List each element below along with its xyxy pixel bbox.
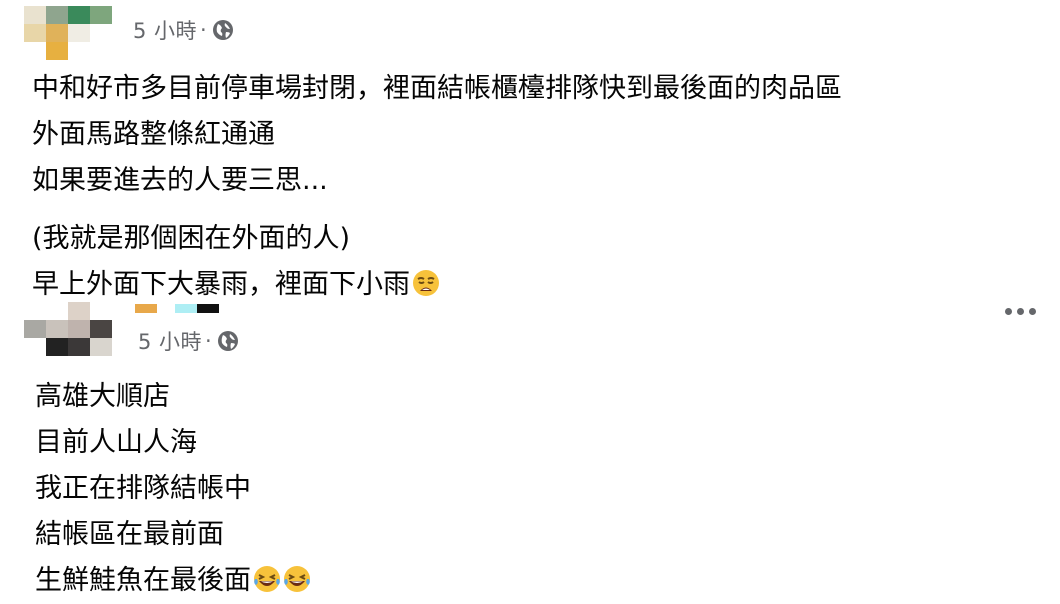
globe-icon[interactable]: [212, 19, 234, 41]
post-text-segment: 早上外面下大暴雨，裡面下小雨: [32, 269, 410, 300]
post-text-line: 我正在排隊結帳中: [35, 473, 251, 504]
laughing-tears-emoji: [284, 566, 310, 592]
more-options-icon[interactable]: [1001, 302, 1040, 321]
globe-icon[interactable]: [217, 330, 239, 352]
post-text-line: 結帳區在最前面: [35, 519, 224, 550]
author-name[interactable]: [135, 304, 219, 313]
avatar[interactable]: [24, 302, 112, 356]
post-1: 5 小時 · 中和好市多目前停車場封閉，裡面結帳櫃檯排隊快到最後面的肉品區 外面…: [0, 0, 1060, 300]
post-body: 中和好市多目前停車場封閉，裡面結帳櫃檯排隊快到最後面的肉品區 外面馬路整條紅通通…: [32, 66, 842, 308]
post-2: 5 小時 · 高雄大順店 目前人山人海 我正在排隊結帳中 結帳區在最前面 生鮮鮭…: [0, 298, 1060, 596]
post-body: 高雄大順店 目前人山人海 我正在排隊結帳中 結帳區在最前面 生鮮鮭魚在最後面: [35, 374, 311, 604]
avatar[interactable]: [24, 6, 112, 60]
timestamp-link[interactable]: 5 小時: [133, 15, 197, 45]
post-text-segment: 生鮮鮭魚在最後面: [35, 565, 251, 596]
laughing-tears-emoji: [254, 566, 280, 592]
post-meta: 5 小時 ·: [138, 326, 239, 356]
timestamp-link[interactable]: 5 小時: [138, 326, 202, 356]
post-text-line: 如果要進去的人要三思...: [32, 165, 328, 196]
post-text-line: 目前人山人海: [35, 427, 197, 458]
post-meta: 5 小時 ·: [133, 15, 234, 45]
weary-face-emoji: [413, 270, 439, 296]
meta-separator: ·: [205, 329, 213, 353]
post-text-line: 外面馬路整條紅通通: [32, 119, 275, 150]
post-text-line: 中和好市多目前停車場封閉，裡面結帳櫃檯排隊快到最後面的肉品區: [32, 73, 842, 104]
post-text-line: (我就是那個困在外面的人): [32, 223, 351, 254]
post-text-line: 高雄大順店: [35, 381, 170, 412]
post-text-line: 生鮮鮭魚在最後面: [35, 558, 311, 604]
meta-separator: ·: [200, 18, 208, 42]
